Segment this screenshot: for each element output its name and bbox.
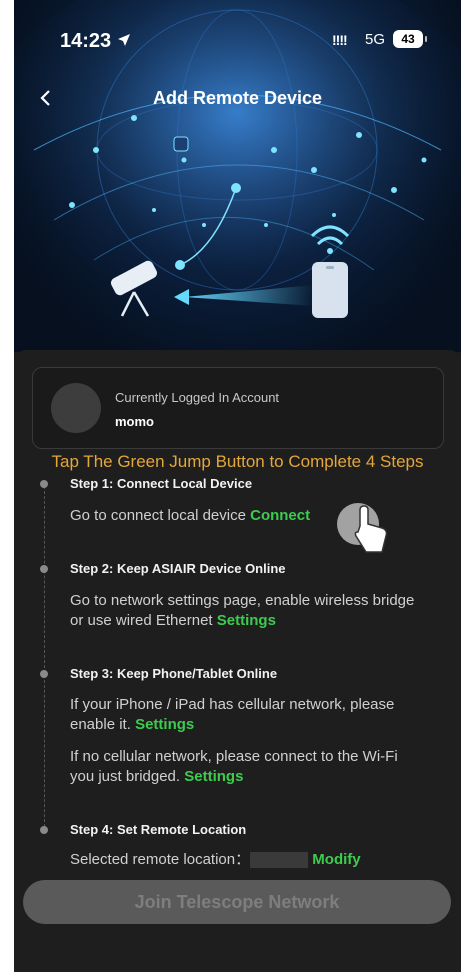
- instruction-text: Tap The Green Jump Button to Complete 4 …: [51, 452, 424, 471]
- step-2-title: Step 2: Keep ASIAIR Device Online: [70, 561, 286, 576]
- phone-screen: 14:23 !!!! 5G 43 Add Remote Device Curre…: [14, 0, 461, 972]
- status-time: 14:23: [60, 30, 112, 52]
- account-name: momo: [115, 414, 154, 429]
- connect-link[interactable]: Connect: [250, 507, 310, 524]
- modify-link[interactable]: Modify: [312, 851, 360, 868]
- step-2-text: Go to network settings page, enable wire…: [70, 591, 420, 631]
- step-2-dot: [40, 565, 48, 573]
- account-label: Currently Logged In Account: [115, 390, 280, 405]
- wifi-settings-link[interactable]: Settings: [184, 768, 243, 785]
- step-3-title: Step 3: Keep Phone/Tablet Online: [70, 666, 278, 681]
- step-3-desc: If your iPhone / iPad has cellular netwo…: [70, 696, 395, 733]
- step-4-title: Step 4: Set Remote Location: [70, 822, 247, 837]
- network-settings-link[interactable]: Settings: [217, 612, 276, 629]
- nav-bar: Add Remote Device: [14, 78, 461, 122]
- signal-icon: !!!!: [332, 32, 348, 48]
- step-4-desc: Selected remote location：: [70, 851, 251, 868]
- battery-icon: 43: [393, 30, 427, 48]
- step-1-desc: Go to connect local device: [70, 507, 246, 524]
- avatar: [51, 383, 101, 433]
- cellular-settings-link[interactable]: Settings: [135, 716, 194, 733]
- account-card: Currently Logged In Account momo: [32, 367, 444, 449]
- status-bar: 14:23 !!!! 5G 43: [14, 0, 461, 60]
- steps-sheet: Currently Logged In Account momo Tap The…: [14, 350, 461, 972]
- hand-pointer-icon: [337, 503, 388, 553]
- step-3-text-2: If no cellular network, please connect t…: [70, 747, 420, 787]
- redacted-location: [250, 852, 309, 869]
- step-4-dot: [40, 826, 48, 834]
- step-3-dot: [40, 670, 48, 678]
- step-3-text: If your iPhone / iPad has cellular netwo…: [70, 695, 420, 735]
- page-title: Add Remote Device: [152, 88, 323, 108]
- steps-timeline: [44, 486, 46, 832]
- network-type: 5G: [365, 31, 386, 48]
- location-arrow-icon: [118, 34, 130, 46]
- step-1-dot: [40, 480, 48, 488]
- join-telescope-network-button[interactable]: Join Telescope Network: [23, 880, 451, 924]
- step-1-title: Step 1: Connect Local Device: [70, 476, 253, 491]
- step-4-text: Selected remote location： Modify: [70, 850, 420, 870]
